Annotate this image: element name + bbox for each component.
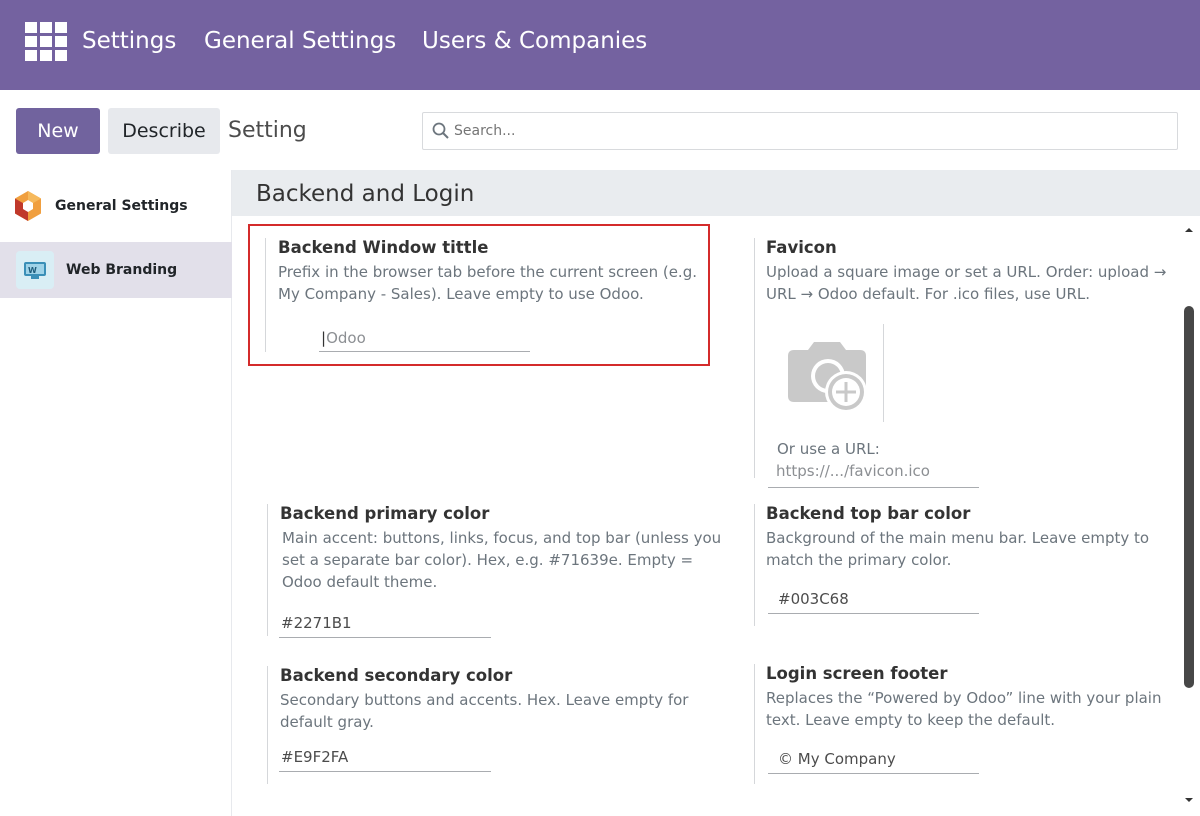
settings-sidebar: General Settings W Web Branding xyxy=(0,170,232,816)
scrollbar-thumb[interactable] xyxy=(1184,306,1194,688)
primary-color-input[interactable]: #2271B1 xyxy=(279,612,491,638)
login-footer-input[interactable]: © My Company xyxy=(768,748,979,774)
search-bar[interactable] xyxy=(422,112,1178,150)
section-header: Backend and Login xyxy=(232,170,1200,216)
odoo-hexagon-icon xyxy=(15,191,41,221)
favicon-url-label: Or use a URL: xyxy=(777,440,880,458)
describe-button[interactable]: Describe xyxy=(108,108,220,154)
nav-settings[interactable]: Settings xyxy=(82,28,176,54)
favicon-upload[interactable] xyxy=(770,324,884,422)
apps-grid-icon[interactable] xyxy=(25,22,67,62)
breadcrumb: Setting xyxy=(228,118,307,143)
setting-description: Background of the main menu bar. Leave e… xyxy=(766,529,1150,569)
setting-description: Secondary buttons and accents. Hex. Leav… xyxy=(280,691,689,731)
sidebar-item-general-settings[interactable]: General Settings xyxy=(0,178,232,234)
setting-title: Backend top bar color xyxy=(766,504,971,523)
setting-title: Backend secondary color xyxy=(280,666,513,685)
setting-description: Upload a square image or set a URL. Orde… xyxy=(766,263,1167,303)
setting-title: Favicon xyxy=(766,238,837,257)
sidebar-item-web-branding[interactable]: W Web Branding xyxy=(0,242,232,298)
sidebar-item-label: Web Branding xyxy=(66,262,178,278)
highlight-box xyxy=(248,224,710,366)
section-title: Backend and Login xyxy=(256,181,475,207)
control-panel: New Describe Setting xyxy=(0,90,1200,170)
camera-add-icon xyxy=(788,342,867,413)
nav-general-settings[interactable]: General Settings xyxy=(204,28,396,54)
top-navbar: Settings General Settings Users & Compan… xyxy=(0,0,1200,90)
sidebar-item-label: General Settings xyxy=(55,198,188,214)
scroll-up-icon[interactable] xyxy=(1184,226,1194,234)
secondary-color-input[interactable]: #E9F2FA xyxy=(279,746,491,772)
setting-description: Main accent: buttons, links, focus, and … xyxy=(282,529,722,591)
setting-title: Backend primary color xyxy=(280,504,490,523)
new-button[interactable]: New xyxy=(16,108,100,154)
nav-users-companies[interactable]: Users & Companies xyxy=(422,28,647,54)
favicon-url-input[interactable]: https://.../favicon.ico xyxy=(768,462,979,488)
top-bar-color-input[interactable]: #003C68 xyxy=(768,588,979,614)
search-icon xyxy=(432,122,449,139)
scroll-down-icon[interactable] xyxy=(1184,796,1194,804)
setting-title: Login screen footer xyxy=(766,664,948,683)
setting-description: Replaces the “Powered by Odoo” line with… xyxy=(766,689,1162,729)
svg-text:W: W xyxy=(28,266,37,275)
web-branding-icon: W xyxy=(16,251,54,289)
search-input[interactable] xyxy=(454,123,1154,139)
